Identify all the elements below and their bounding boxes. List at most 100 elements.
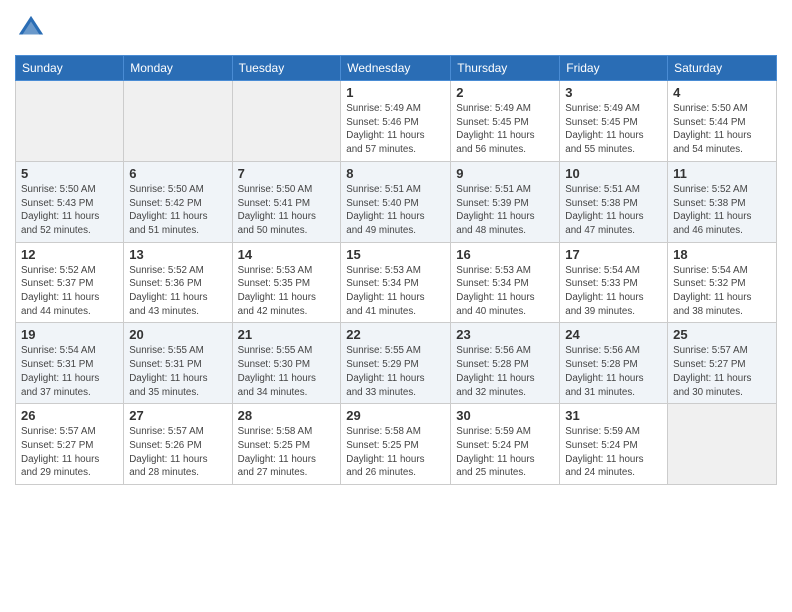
calendar-cell: 11 Sunrise: 5:52 AM Sunset: 5:38 PM Dayli…	[668, 161, 777, 242]
day-number: 5	[21, 166, 118, 181]
calendar-cell: 8Sunrise: 5:51 AM Sunset: 5:40 PM Daylig…	[341, 161, 451, 242]
day-number: 21	[238, 327, 336, 342]
day-number: 31	[565, 408, 662, 423]
day-number: 4	[673, 85, 771, 100]
calendar-cell: 29 Sunrise: 5:58 AM Sunset: 5:25 PM Dayli…	[341, 404, 451, 485]
weekday-header: Sunday	[16, 56, 124, 81]
day-number: 10	[565, 166, 662, 181]
calendar-week-row: 19 Sunrise: 5:54 AM Sunset: 5:31 PM Dayli…	[16, 323, 777, 404]
day-number: 24	[565, 327, 662, 342]
day-number: 13	[129, 247, 226, 262]
day-number: 2	[456, 85, 554, 100]
day-number: 18	[673, 247, 771, 262]
calendar-cell: 16Sunrise: 5:53 AM Sunset: 5:34 PM Dayli…	[451, 242, 560, 323]
calendar-cell: 25Sunrise: 5:57 AM Sunset: 5:27 PM Dayli…	[668, 323, 777, 404]
day-info: Sunrise: 5:58 AM Sunset: 5:25 PM Dayligh…	[346, 425, 445, 480]
calendar-week-row: 12 Sunrise: 5:52 AM Sunset: 5:37 PM Dayli…	[16, 242, 777, 323]
day-info: Sunrise: 5:50 AM Sunset: 5:44 PM Dayligh…	[673, 102, 771, 157]
day-info: Sunrise: 5:56 AM Sunset: 5:28 PM Dayligh…	[456, 344, 554, 399]
day-info: Sunrise: 5:56 AM Sunset: 5:28 PM Dayligh…	[565, 344, 662, 399]
day-info: Sunrise: 5:50 AM Sunset: 5:42 PM Dayligh…	[129, 183, 226, 238]
calendar-cell: 27 Sunrise: 5:57 AM Sunset: 5:26 PM Dayli…	[124, 404, 232, 485]
day-info: Sunrise: 5:52 AM Sunset: 5:37 PM Dayligh…	[21, 264, 118, 319]
logo	[15, 14, 45, 47]
calendar-cell: 17 Sunrise: 5:54 AM Sunset: 5:33 PM Dayli…	[560, 242, 668, 323]
calendar-cell: 12 Sunrise: 5:52 AM Sunset: 5:37 PM Dayli…	[16, 242, 124, 323]
calendar-cell: 30 Sunrise: 5:59 AM Sunset: 5:24 PM Dayli…	[451, 404, 560, 485]
day-number: 11	[673, 166, 771, 181]
day-info: Sunrise: 5:53 AM Sunset: 5:35 PM Dayligh…	[238, 264, 336, 319]
day-number: 12	[21, 247, 118, 262]
day-info: Sunrise: 5:55 AM Sunset: 5:30 PM Dayligh…	[238, 344, 336, 399]
calendar-cell: 24 Sunrise: 5:56 AM Sunset: 5:28 PM Dayli…	[560, 323, 668, 404]
day-number: 20	[129, 327, 226, 342]
day-number: 27	[129, 408, 226, 423]
calendar-cell: 9 Sunrise: 5:51 AM Sunset: 5:39 PM Daylig…	[451, 161, 560, 242]
calendar-cell: 21 Sunrise: 5:55 AM Sunset: 5:30 PM Dayli…	[232, 323, 341, 404]
day-info: Sunrise: 5:51 AM Sunset: 5:38 PM Dayligh…	[565, 183, 662, 238]
day-number: 3	[565, 85, 662, 100]
day-number: 19	[21, 327, 118, 342]
calendar-week-row: 26 Sunrise: 5:57 AM Sunset: 5:27 PM Dayli…	[16, 404, 777, 485]
day-info: Sunrise: 5:50 AM Sunset: 5:41 PM Dayligh…	[238, 183, 336, 238]
weekday-header: Tuesday	[232, 56, 341, 81]
weekday-header: Monday	[124, 56, 232, 81]
day-number: 14	[238, 247, 336, 262]
calendar-cell	[124, 81, 232, 162]
day-info: Sunrise: 5:54 AM Sunset: 5:32 PM Dayligh…	[673, 264, 771, 319]
logo-icon	[17, 14, 45, 42]
day-info: Sunrise: 5:51 AM Sunset: 5:39 PM Dayligh…	[456, 183, 554, 238]
page-container: SundayMondayTuesdayWednesdayThursdayFrid…	[0, 0, 792, 612]
calendar-cell: 31 Sunrise: 5:59 AM Sunset: 5:24 PM Dayli…	[560, 404, 668, 485]
calendar-cell: 6Sunrise: 5:50 AM Sunset: 5:42 PM Daylig…	[124, 161, 232, 242]
day-info: Sunrise: 5:52 AM Sunset: 5:38 PM Dayligh…	[673, 183, 771, 238]
day-number: 29	[346, 408, 445, 423]
day-number: 9	[456, 166, 554, 181]
calendar-cell: 15Sunrise: 5:53 AM Sunset: 5:34 PM Dayli…	[341, 242, 451, 323]
calendar-week-row: 5 Sunrise: 5:50 AM Sunset: 5:43 PM Daylig…	[16, 161, 777, 242]
calendar-cell: 28 Sunrise: 5:58 AM Sunset: 5:25 PM Dayli…	[232, 404, 341, 485]
day-number: 26	[21, 408, 118, 423]
day-number: 1	[346, 85, 445, 100]
day-info: Sunrise: 5:49 AM Sunset: 5:45 PM Dayligh…	[456, 102, 554, 157]
calendar-cell: 13 Sunrise: 5:52 AM Sunset: 5:36 PM Dayli…	[124, 242, 232, 323]
day-info: Sunrise: 5:59 AM Sunset: 5:24 PM Dayligh…	[456, 425, 554, 480]
day-info: Sunrise: 5:57 AM Sunset: 5:26 PM Dayligh…	[129, 425, 226, 480]
day-number: 30	[456, 408, 554, 423]
day-number: 23	[456, 327, 554, 342]
calendar-cell: 7 Sunrise: 5:50 AM Sunset: 5:41 PM Daylig…	[232, 161, 341, 242]
calendar-cell	[668, 404, 777, 485]
day-info: Sunrise: 5:59 AM Sunset: 5:24 PM Dayligh…	[565, 425, 662, 480]
day-number: 17	[565, 247, 662, 262]
calendar-cell: 26 Sunrise: 5:57 AM Sunset: 5:27 PM Dayli…	[16, 404, 124, 485]
calendar-cell: 18 Sunrise: 5:54 AM Sunset: 5:32 PM Dayli…	[668, 242, 777, 323]
weekday-header: Wednesday	[341, 56, 451, 81]
calendar-table: SundayMondayTuesdayWednesdayThursdayFrid…	[15, 55, 777, 485]
day-info: Sunrise: 5:49 AM Sunset: 5:46 PM Dayligh…	[346, 102, 445, 157]
calendar-cell: 14 Sunrise: 5:53 AM Sunset: 5:35 PM Dayli…	[232, 242, 341, 323]
day-info: Sunrise: 5:52 AM Sunset: 5:36 PM Dayligh…	[129, 264, 226, 319]
day-info: Sunrise: 5:55 AM Sunset: 5:29 PM Dayligh…	[346, 344, 445, 399]
day-number: 28	[238, 408, 336, 423]
calendar-cell: 10 Sunrise: 5:51 AM Sunset: 5:38 PM Dayli…	[560, 161, 668, 242]
day-info: Sunrise: 5:58 AM Sunset: 5:25 PM Dayligh…	[238, 425, 336, 480]
weekday-header-row: SundayMondayTuesdayWednesdayThursdayFrid…	[16, 56, 777, 81]
calendar-cell: 3 Sunrise: 5:49 AM Sunset: 5:45 PM Daylig…	[560, 81, 668, 162]
calendar-cell: 23 Sunrise: 5:56 AM Sunset: 5:28 PM Dayli…	[451, 323, 560, 404]
calendar-cell: 4 Sunrise: 5:50 AM Sunset: 5:44 PM Daylig…	[668, 81, 777, 162]
page-header	[15, 10, 777, 47]
day-info: Sunrise: 5:54 AM Sunset: 5:33 PM Dayligh…	[565, 264, 662, 319]
weekday-header: Friday	[560, 56, 668, 81]
calendar-cell	[232, 81, 341, 162]
weekday-header: Thursday	[451, 56, 560, 81]
calendar-week-row: 1 Sunrise: 5:49 AM Sunset: 5:46 PM Daylig…	[16, 81, 777, 162]
day-info: Sunrise: 5:53 AM Sunset: 5:34 PM Dayligh…	[456, 264, 554, 319]
day-info: Sunrise: 5:57 AM Sunset: 5:27 PM Dayligh…	[21, 425, 118, 480]
day-number: 8	[346, 166, 445, 181]
day-info: Sunrise: 5:49 AM Sunset: 5:45 PM Dayligh…	[565, 102, 662, 157]
day-number: 7	[238, 166, 336, 181]
day-info: Sunrise: 5:55 AM Sunset: 5:31 PM Dayligh…	[129, 344, 226, 399]
calendar-cell: 2 Sunrise: 5:49 AM Sunset: 5:45 PM Daylig…	[451, 81, 560, 162]
day-info: Sunrise: 5:54 AM Sunset: 5:31 PM Dayligh…	[21, 344, 118, 399]
day-info: Sunrise: 5:50 AM Sunset: 5:43 PM Dayligh…	[21, 183, 118, 238]
